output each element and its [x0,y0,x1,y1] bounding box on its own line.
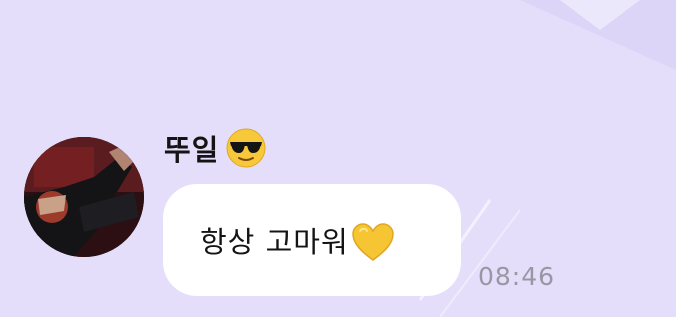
smiling-face-with-sunglasses-icon [226,128,266,168]
avatar[interactable] [24,137,144,257]
message-text: 항상 고마워 [200,225,349,259]
sender-header: 뚜일 [164,124,267,172]
message-bubble[interactable]: 항상 고마워 [163,184,461,296]
yellow-heart-icon [351,223,394,261]
avatar-photo [24,137,144,257]
chat-message-row: 뚜일 항상 고마워 08:46 [0,0,676,317]
sender-name[interactable]: 뚜일 [164,127,219,169]
message-timestamp: 08:46 [478,262,556,291]
